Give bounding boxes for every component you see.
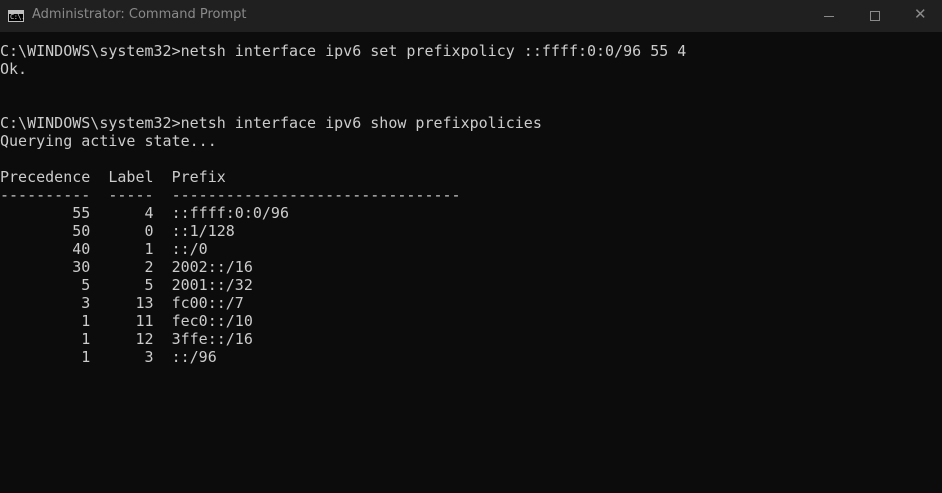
console-output[interactable]: C:\WINDOWS\system32>netsh interface ipv6… [0, 42, 942, 493]
table-separator: ---------- ----- -----------------------… [0, 186, 461, 204]
console-line: Querying active state... [0, 132, 217, 150]
icon-label: C:\. [10, 13, 25, 21]
table-row: 30 2 2002::/16 [0, 258, 253, 276]
table-row: 1 12 3ffe::/16 [0, 330, 253, 348]
title-bar[interactable]: C:\. Administrator: Command Prompt ✕ [0, 0, 942, 32]
minimize-button[interactable] [806, 0, 852, 32]
table-row: 50 0 ::1/128 [0, 222, 235, 240]
command-prompt-icon[interactable]: C:\. [8, 10, 25, 22]
table-row: 5 5 2001::/32 [0, 276, 253, 294]
table-row: 55 4 ::ffff:0:0/96 [0, 204, 289, 222]
command-prompt-window: C:\. Administrator: Command Prompt ✕ C:\… [0, 0, 942, 493]
close-icon: ✕ [914, 5, 927, 23]
close-button[interactable]: ✕ [898, 0, 942, 32]
console-line: C:\WINDOWS\system32>netsh interface ipv6… [0, 42, 687, 60]
table-row: 40 1 ::/0 [0, 240, 208, 258]
console-line: C:\WINDOWS\system32>netsh interface ipv6… [0, 114, 542, 132]
table-header: Precedence Label Prefix [0, 168, 226, 186]
minimize-icon [824, 16, 834, 17]
maximize-icon [870, 11, 880, 21]
console-line: Ok. [0, 60, 28, 78]
table-row: 3 13 fc00::/7 [0, 294, 244, 312]
table-row: 1 3 ::/96 [0, 348, 217, 366]
table-row: 1 11 fec0::/10 [0, 312, 253, 330]
maximize-button[interactable] [852, 0, 898, 32]
window-title: Administrator: Command Prompt [32, 7, 247, 22]
